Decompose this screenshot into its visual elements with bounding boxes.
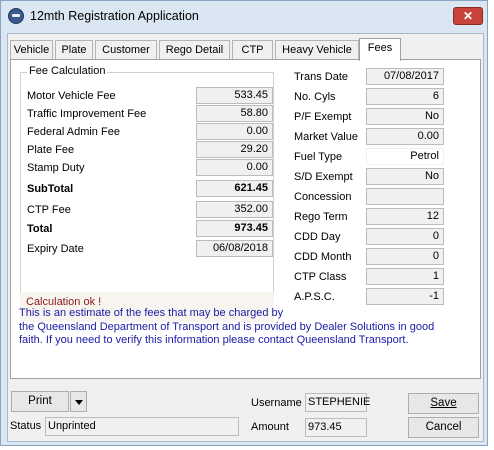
registration-window: 12mth Registration Application ✕ Vehicle… [0, 0, 488, 446]
motor-vehicle-fee-field: 533.45 [196, 87, 273, 104]
status-field: Unprinted [45, 417, 239, 436]
dialog-client: Vehicle Plate Customer Rego Detail CTP H… [7, 33, 484, 442]
pf-exempt-label: P/F Exempt [294, 111, 352, 123]
concession-label: Concession [294, 191, 352, 203]
total-field: 973.45 [196, 220, 273, 237]
rego-term-field: 12 [366, 208, 444, 225]
tab-plate[interactable]: Plate [55, 40, 93, 60]
cdd-month-field: 0 [366, 248, 444, 265]
plate-fee-label: Plate Fee [27, 144, 75, 156]
total-label: Total [27, 223, 53, 235]
ctp-fee-label: CTP Fee [27, 204, 71, 216]
print-dropdown-button[interactable] [70, 391, 87, 412]
app-icon [8, 8, 24, 24]
market-value-label: Market Value [294, 131, 358, 143]
tab-fees[interactable]: Fees [359, 38, 401, 61]
trans-date-field: 07/08/2017 [366, 68, 444, 85]
expiry-date-label: Expiry Date [27, 243, 84, 255]
stamp-duty-label: Stamp Duty [27, 162, 85, 174]
close-icon: ✕ [462, 9, 474, 23]
tab-rego-detail[interactable]: Rego Detail [159, 40, 230, 60]
federal-admin-fee-label: Federal Admin Fee [27, 126, 120, 138]
pf-exempt-field: No [366, 108, 444, 125]
save-button[interactable]: Save [408, 393, 479, 414]
tab-ctp[interactable]: CTP [232, 40, 273, 60]
cdd-month-label: CDD Month [294, 251, 352, 263]
close-button[interactable]: ✕ [453, 7, 483, 25]
concession-field [366, 188, 444, 205]
fuel-type-label: Fuel Type [294, 151, 343, 163]
title-bar[interactable]: 12mth Registration Application ✕ [1, 1, 487, 31]
motor-vehicle-fee-label: Motor Vehicle Fee [27, 90, 116, 102]
ctp-class-field: 1 [366, 268, 444, 285]
fee-calculation-group: Fee Calculation Motor Vehicle Fee 533.45… [20, 65, 274, 312]
cancel-button[interactable]: Cancel [408, 417, 479, 438]
username-field: STEPHENIE [305, 393, 370, 412]
federal-admin-fee-field: 0.00 [196, 123, 273, 140]
disclaimer-line: This is an estimate of the fees that may… [19, 307, 284, 319]
sd-exempt-label: S/D Exempt [294, 171, 353, 183]
status-label: Status [10, 420, 42, 432]
fuel-type-field: Petrol [366, 148, 444, 165]
ctp-fee-field: 352.00 [196, 201, 273, 218]
tab-vehicle[interactable]: Vehicle [10, 40, 53, 60]
rego-term-label: Rego Term [294, 211, 348, 223]
amount-field: 973.45 [305, 418, 367, 437]
fees-panel: Fee Calculation Motor Vehicle Fee 533.45… [10, 59, 481, 379]
trans-date-label: Trans Date [294, 71, 349, 83]
apsc-label: A.P.S.C. [294, 291, 335, 303]
tab-heavy-vehicle[interactable]: Heavy Vehicle [275, 40, 359, 60]
traffic-improvement-fee-label: Traffic Improvement Fee [27, 108, 147, 120]
subtotal-field: 621.45 [196, 180, 273, 197]
market-value-field: 0.00 [366, 128, 444, 145]
window-title: 12mth Registration Application [30, 9, 199, 23]
cdd-day-field: 0 [366, 228, 444, 245]
print-button[interactable]: Print [11, 391, 69, 412]
disclaimer-line: the Queensland Department of Transport a… [19, 320, 435, 333]
traffic-improvement-fee-field: 58.80 [196, 105, 273, 122]
disclaimer-text: This is an estimate of the fees that may… [19, 307, 459, 348]
username-label: Username [251, 397, 302, 409]
ctp-class-label: CTP Class [294, 271, 347, 283]
no-cyls-label: No. Cyls [294, 91, 336, 103]
apsc-field: -1 [366, 288, 444, 305]
footer-bar: Print Status Unprinted Username STEPHENI… [8, 387, 483, 442]
tab-customer[interactable]: Customer [95, 40, 157, 60]
plate-fee-field: 29.20 [196, 141, 273, 158]
tab-strip: Vehicle Plate Customer Rego Detail CTP H… [8, 38, 483, 61]
no-cyls-field: 6 [366, 88, 444, 105]
disclaimer-line: faith. If you need to verify this inform… [19, 334, 409, 346]
fee-calculation-legend: Fee Calculation [27, 65, 108, 77]
stamp-duty-field: 0.00 [196, 159, 273, 176]
amount-label: Amount [251, 421, 289, 433]
cdd-day-label: CDD Day [294, 231, 341, 243]
expiry-date-field: 06/08/2018 [196, 240, 273, 257]
sd-exempt-field: No [366, 168, 444, 185]
subtotal-label: SubTotal [27, 183, 74, 195]
